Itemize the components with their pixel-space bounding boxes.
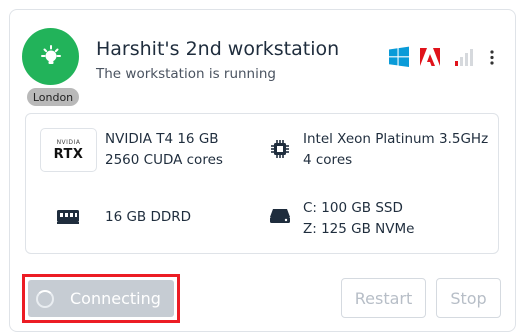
workstation-avatar <box>22 28 79 85</box>
cpu-cores: 4 cores <box>303 152 353 168</box>
storage-c-drive: C: 100 GB SSD <box>303 200 403 216</box>
storage-drive-icon <box>269 207 291 225</box>
gpu-cores: 2560 CUDA cores <box>105 152 223 168</box>
storage-spec: C: 100 GB SSD Z: 125 GB NVMe <box>303 198 414 240</box>
cpu-model: Intel Xeon Platinum 3.5GHz <box>303 131 489 147</box>
gpu-model: NVIDIA T4 16 GB <box>105 131 219 147</box>
signal-icon <box>454 46 474 68</box>
rtx-badge-brand: NVIDIA <box>56 138 81 146</box>
windows-icon <box>389 46 410 68</box>
cpu-chip-icon <box>270 139 290 159</box>
restart-button[interactable]: Restart <box>341 278 426 318</box>
location-badge: London <box>27 88 79 106</box>
gpu-spec: NVIDIA T4 16 GB 2560 CUDA cores <box>105 129 223 171</box>
workstation-status-text: The workstation is running <box>96 66 276 82</box>
adobe-icon <box>420 46 440 68</box>
nvidia-rtx-icon: NVIDIA RTX <box>40 128 97 172</box>
more-options-icon[interactable] <box>486 46 498 68</box>
rtx-badge-label: RTX <box>53 146 84 162</box>
loading-spinner-icon <box>36 289 54 308</box>
ram-icon <box>56 207 80 225</box>
ram-spec: 16 GB DDRD <box>105 209 192 225</box>
connect-button-label: Connecting <box>70 289 161 308</box>
cpu-spec: Intel Xeon Platinum 3.5GHz 4 cores <box>303 129 488 171</box>
lightbulb-icon <box>40 44 61 64</box>
stop-button[interactable]: Stop <box>436 278 501 318</box>
workstation-title: Harshit's 2nd workstation <box>96 38 340 60</box>
connect-button[interactable]: Connecting <box>28 280 174 317</box>
storage-z-drive: Z: 125 GB NVMe <box>303 221 415 237</box>
